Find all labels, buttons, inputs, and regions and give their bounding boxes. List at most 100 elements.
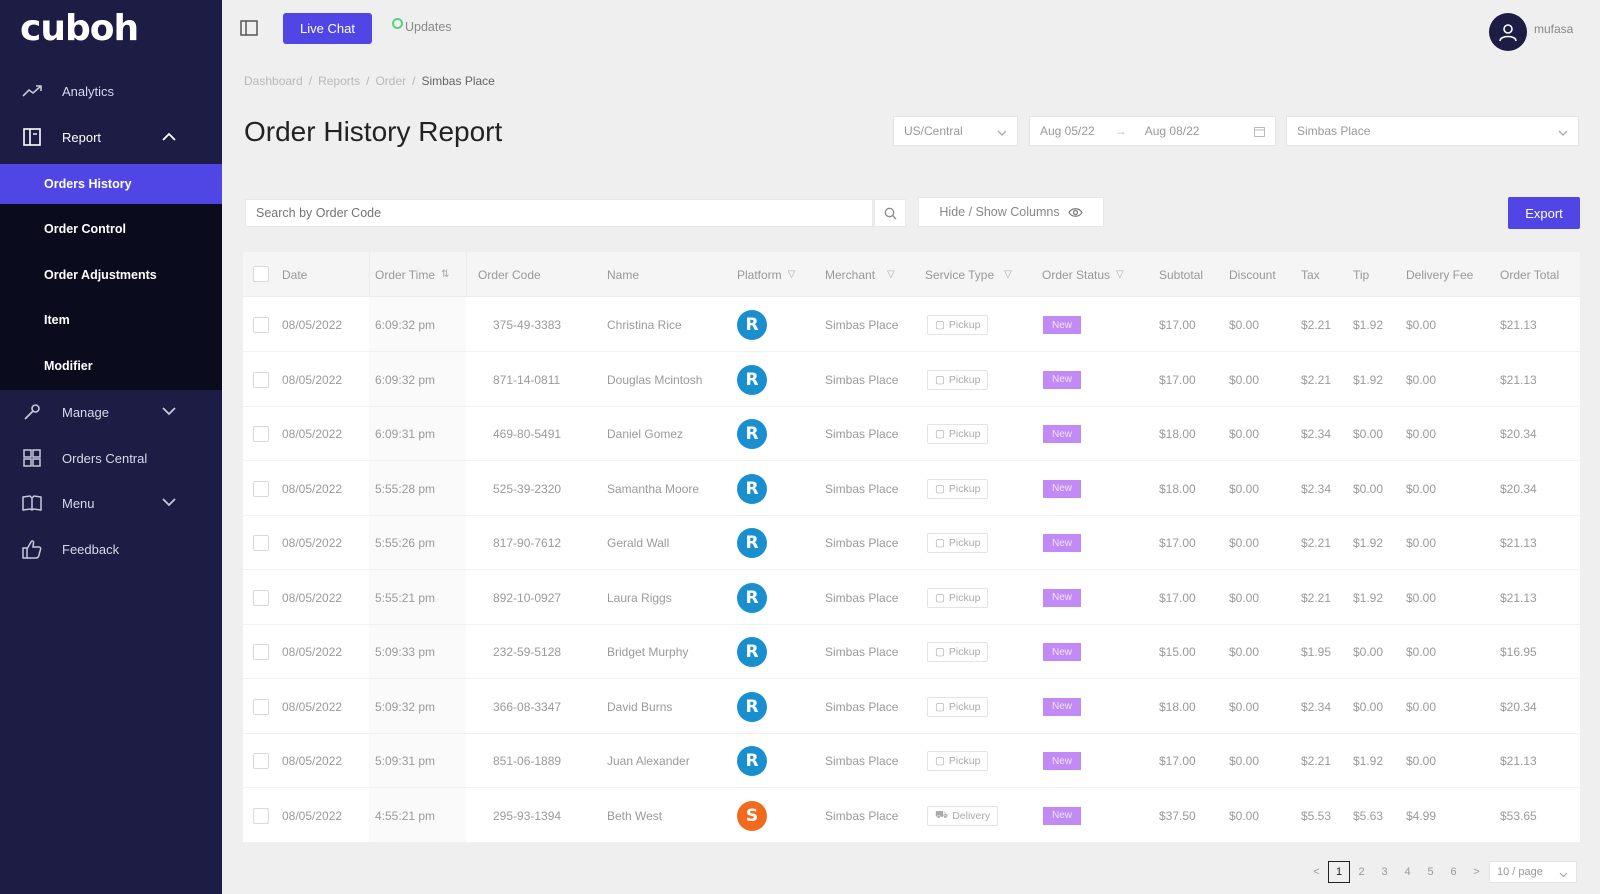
username[interactable]: mufasa	[1534, 22, 1573, 36]
table-row[interactable]: 08/05/2022 5:09:31 pm 851-06-1889 Juan Alex…	[243, 734, 1580, 788]
row-checkbox[interactable]	[253, 753, 269, 769]
cell-subtotal: $17.00	[1159, 590, 1196, 605]
row-checkbox[interactable]	[253, 698, 269, 715]
date-to[interactable]: Aug 08/22	[1145, 124, 1200, 138]
table-row[interactable]: 08/05/2022 5:09:33 pm 232-59-5128 Bridget M…	[243, 625, 1580, 679]
col-delivery-fee[interactable]: Delivery Fee	[1406, 252, 1473, 297]
row-checkbox[interactable]	[253, 371, 269, 388]
cell-name: Gerald Wall	[607, 536, 670, 550]
table-row[interactable]: 08/05/2022 5:55:26 pm 817-90-7612 Gerald Wa…	[243, 516, 1580, 570]
col-order-code[interactable]: Order Code	[478, 252, 541, 297]
table-row[interactable]: 08/05/2022 6:09:32 pm 871-14-0811 Douglas M…	[243, 353, 1580, 407]
row-checkbox[interactable]	[253, 480, 269, 497]
page-6-button[interactable]: 6	[1442, 861, 1465, 883]
status-badge: New	[1043, 534, 1081, 552]
nav-orders-central-label: Orders Central	[62, 450, 148, 466]
cell-tip: $1.92	[1353, 372, 1384, 387]
breadcrumb-order[interactable]: Order	[375, 74, 406, 88]
search-button[interactable]	[874, 199, 906, 227]
col-name[interactable]: Name	[607, 252, 639, 297]
col-tip[interactable]: Tip	[1353, 252, 1369, 297]
export-button[interactable]: Export	[1508, 197, 1580, 229]
table-row[interactable]: 08/05/2022 5:55:28 pm 525-39-2320 Samantha …	[243, 462, 1580, 516]
filter-icon[interactable]: ▽	[887, 269, 895, 280]
service-type-label: Pickup	[948, 700, 981, 713]
row-checkbox[interactable]	[253, 644, 269, 660]
table-row[interactable]: 08/05/2022 5:09:32 pm 366-08-3347 David Bur…	[243, 680, 1580, 734]
submenu-modifier[interactable]: Modifier	[0, 346, 222, 386]
cell-tax: $2.21	[1301, 536, 1332, 550]
submenu-order-adjustments[interactable]: Order Adjustments	[0, 255, 222, 295]
merchant-select[interactable]: Simbas Place	[1286, 116, 1579, 146]
nav-manage[interactable]: Manage	[0, 390, 222, 434]
col-order-status[interactable]: Order Status ▽	[1042, 252, 1124, 297]
col-subtotal[interactable]: Subtotal	[1159, 252, 1203, 297]
cell-order-total: $21.13	[1500, 318, 1537, 332]
table-row[interactable]: 08/05/2022 6:09:32 pm 375-49-3383 Christina…	[243, 298, 1580, 352]
avatar[interactable]	[1489, 13, 1527, 51]
submenu-orders-history[interactable]: Orders History	[0, 164, 222, 204]
live-chat-button[interactable]: Live Chat	[283, 13, 372, 44]
nav-report[interactable]: Report	[0, 115, 222, 159]
table-row[interactable]: 08/05/2022 6:09:31 pm 469-80-5491 Daniel Go…	[243, 407, 1580, 461]
cell-service-type: ▢ Pickup	[927, 734, 989, 788]
cell-order-code: 525-39-2320	[493, 481, 562, 496]
hide-show-columns-button[interactable]: Hide / Show Columns	[918, 197, 1104, 227]
nav-feedback[interactable]: Feedback	[0, 527, 222, 571]
row-checkbox[interactable]	[253, 535, 269, 551]
cell-delivery-fee: $0.00	[1406, 318, 1437, 332]
row-checkbox[interactable]	[253, 589, 269, 606]
breadcrumb-dashboard[interactable]: Dashboard	[244, 74, 303, 88]
row-checkbox[interactable]	[253, 807, 269, 824]
search-input[interactable]	[245, 199, 873, 227]
status-badge: New	[1043, 643, 1081, 661]
select-all-checkbox[interactable]	[253, 266, 269, 282]
cell-tax: $2.34	[1301, 427, 1332, 441]
col-merchant[interactable]: Merchant ▽	[825, 252, 895, 297]
page-3-button[interactable]: 3	[1373, 861, 1396, 883]
timezone-select[interactable]: US/Central	[893, 116, 1018, 146]
col-service-type[interactable]: Service Type ▽	[925, 252, 1012, 297]
page-size-select[interactable]: 10 / page	[1489, 861, 1577, 883]
cell-service-type: ▢ Pickup	[927, 462, 989, 516]
nav-orders-central[interactable]: Orders Central	[0, 436, 222, 480]
next-page-button[interactable]: >	[1465, 861, 1488, 883]
page-2-button[interactable]: 2	[1350, 861, 1373, 883]
table-row[interactable]: 08/05/2022 4:55:21 pm 295-93-1394 Beth West…	[243, 789, 1580, 843]
col-date[interactable]: Date	[282, 252, 307, 297]
table-row[interactable]: 08/05/2022 5:55:21 pm 892-10-0927 Laura Rig…	[243, 571, 1580, 625]
col-order-total[interactable]: Order Total	[1500, 252, 1559, 297]
date-from[interactable]: Aug 05/22	[1040, 124, 1095, 138]
service-type-tag: ▢ Pickup	[927, 642, 989, 662]
cell-merchant: Simbas Place	[825, 536, 899, 550]
col-discount[interactable]: Discount	[1229, 252, 1276, 297]
filter-icon[interactable]: ▽	[1116, 269, 1124, 280]
nav-analytics[interactable]: Analytics	[0, 69, 222, 113]
col-platform[interactable]: Platform ▽	[737, 252, 795, 297]
filter-icon[interactable]: ▽	[788, 269, 796, 280]
nav-menu[interactable]: Menu	[0, 481, 222, 525]
breadcrumb-reports[interactable]: Reports	[318, 74, 360, 88]
report-icon	[22, 127, 42, 147]
updates-link[interactable]: Updates	[392, 17, 452, 34]
notification-dot-icon	[392, 17, 403, 29]
page-4-button[interactable]: 4	[1396, 861, 1419, 883]
col-tax[interactable]: Tax	[1301, 252, 1320, 297]
submenu-order-control[interactable]: Order Control	[0, 209, 222, 249]
cell-discount: $0.00	[1229, 536, 1260, 550]
submenu-item[interactable]: Item	[0, 300, 222, 340]
filter-icon[interactable]: ▽	[1004, 269, 1012, 280]
sidebar-toggle-icon[interactable]	[240, 20, 260, 38]
thumbs-up-icon	[22, 539, 42, 559]
prev-page-button[interactable]: <	[1305, 861, 1328, 883]
cell-platform: R	[737, 734, 767, 788]
row-checkbox[interactable]	[253, 317, 269, 333]
page-5-button[interactable]: 5	[1419, 861, 1442, 883]
trend-icon	[22, 81, 42, 101]
col-order-time[interactable]: Order Time ⇅	[375, 252, 449, 297]
date-range-picker[interactable]: Aug 05/22 → Aug 08/22	[1029, 116, 1276, 146]
platform-r-icon: R	[737, 364, 767, 395]
row-checkbox[interactable]	[253, 426, 269, 442]
cell-order-status: New	[1043, 298, 1081, 352]
page-1-button[interactable]: 1	[1328, 861, 1350, 883]
